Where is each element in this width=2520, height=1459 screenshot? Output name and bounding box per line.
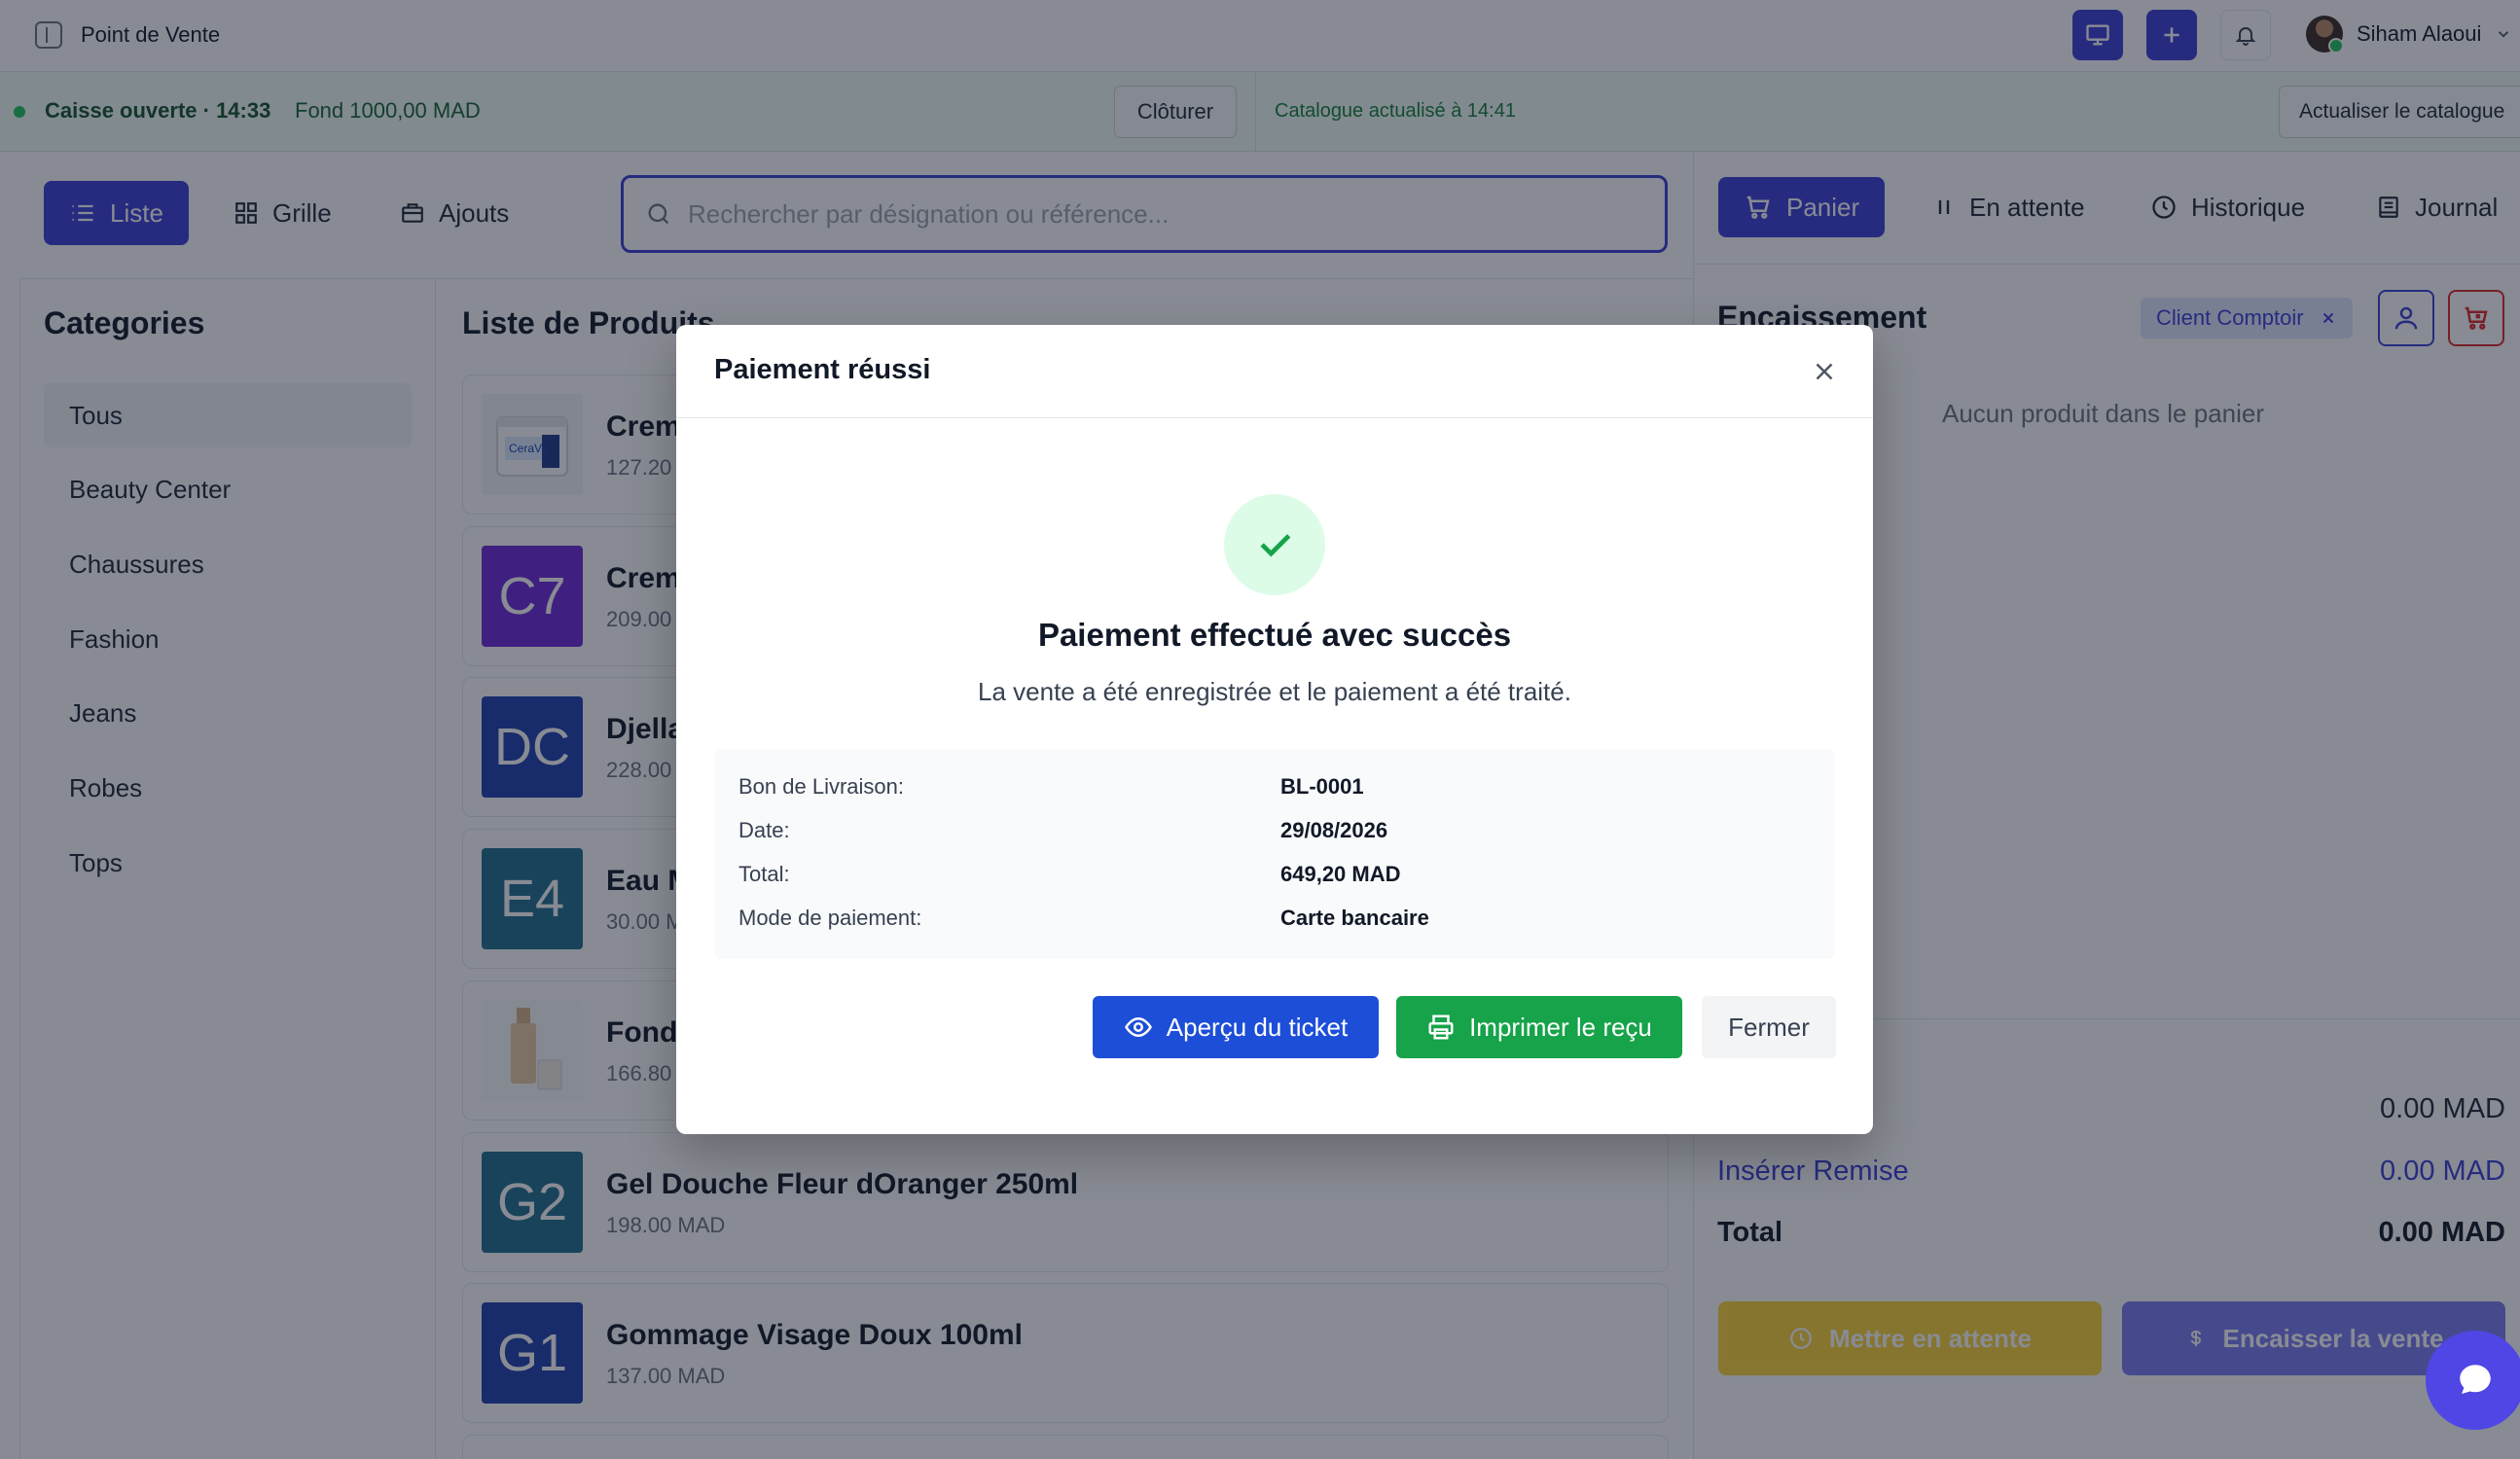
success-title: Paiement effectué avec succès: [1037, 617, 1512, 653]
success-badge: [1224, 494, 1325, 595]
payment-details: Bon de Livraison: BL-0001 Date: 29/08/20…: [714, 749, 1835, 959]
detail-value: Carte bancaire: [1280, 906, 1429, 930]
detail-value: BL-0001: [1280, 774, 1364, 799]
payment-success-modal: Paiement réussi Paiement effectué avec s…: [676, 325, 1873, 1134]
chat-button[interactable]: [2426, 1331, 2520, 1430]
modal-title: Paiement réussi: [714, 354, 931, 385]
preview-ticket-label: Aperçu du ticket: [1166, 1012, 1349, 1042]
print-receipt-button[interactable]: Imprimer le reçu: [1396, 996, 1682, 1058]
detail-label: Mode de paiement:: [738, 906, 922, 930]
modal-header: Paiement réussi: [676, 325, 1873, 418]
close-icon: [1816, 363, 1833, 380]
print-receipt-label: Imprimer le reçu: [1469, 1012, 1652, 1042]
check-icon: [1260, 534, 1291, 557]
eye-icon: [1124, 1016, 1152, 1038]
success-message: La vente a été enregistrée et le paiemen…: [978, 677, 1571, 706]
detail-label: Bon de Livraison:: [738, 774, 904, 799]
detail-label: Date:: [738, 818, 790, 842]
preview-ticket-button[interactable]: Aperçu du ticket: [1093, 996, 1379, 1058]
chat-bubble-icon: [2460, 1365, 2491, 1394]
detail-value: 649,20 MAD: [1280, 862, 1401, 886]
detail-value: 29/08/2026: [1280, 818, 1388, 842]
detail-label: Total:: [738, 862, 790, 886]
printer-icon: [1428, 1014, 1454, 1040]
close-modal-button[interactable]: Fermer: [1702, 996, 1836, 1058]
modal-close-button[interactable]: [1805, 352, 1844, 391]
